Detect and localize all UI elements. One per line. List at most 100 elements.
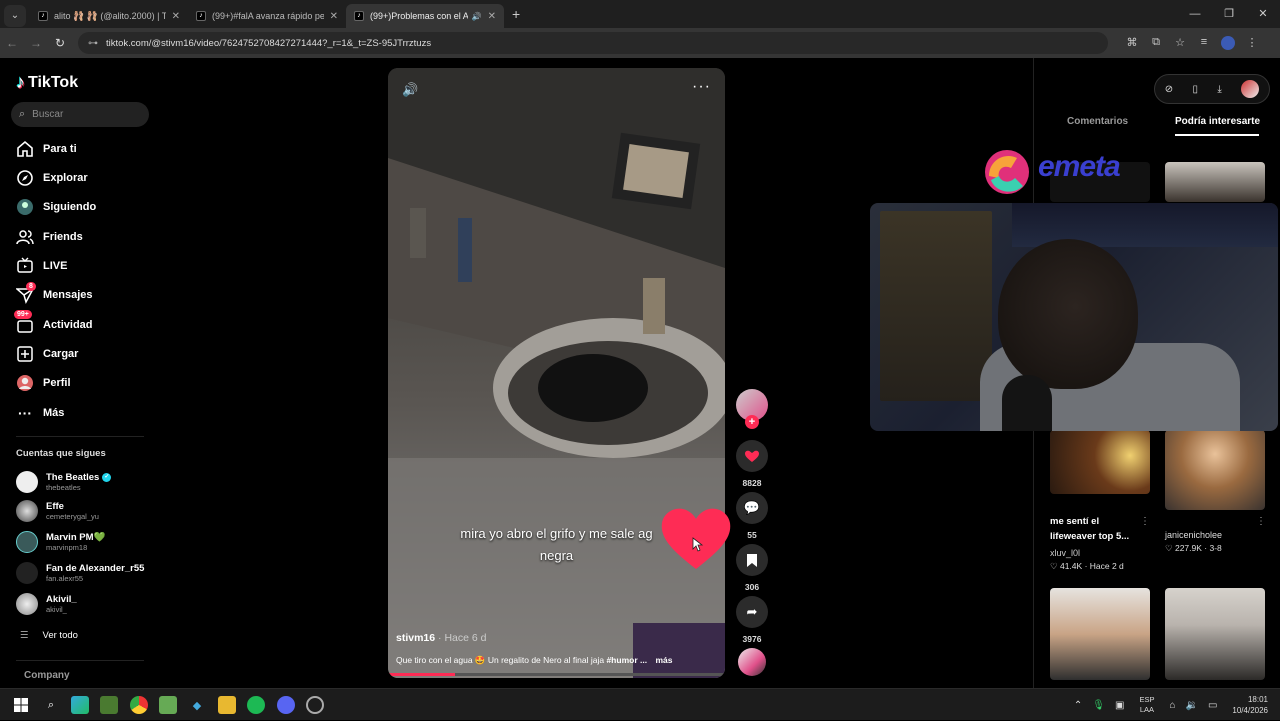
video-progress-bar[interactable]	[388, 673, 725, 676]
site-info-icon[interactable]: ⊶	[88, 38, 98, 49]
sidebar-item-mensajes[interactable]: 8 Mensajes	[16, 282, 93, 304]
save-button[interactable]: 306	[736, 544, 768, 592]
app-tray-icon[interactable]: ▣	[1115, 700, 1124, 711]
battery-icon[interactable]: ▭	[1208, 700, 1217, 711]
translate-icon[interactable]: ⌘	[1120, 36, 1144, 50]
video-author[interactable]: stivm16 · Hace 6 d	[396, 632, 486, 644]
profile-avatar-icon[interactable]	[1221, 36, 1235, 50]
media-control-icon[interactable]: ≡	[1192, 36, 1216, 50]
speaker-icon[interactable]: 🔉	[1186, 700, 1198, 711]
phone-icon[interactable]: ▯	[1193, 84, 1199, 95]
speaker-icon[interactable]: 🔊	[472, 12, 482, 21]
windows-start-icon[interactable]	[12, 696, 30, 714]
video-title[interactable]: me sentí el lifeweaver top 5...	[1050, 514, 1146, 544]
followed-account[interactable]: The Beatles ✓ thebeatles	[16, 471, 112, 493]
sidebar-item-perfil[interactable]: Perfil	[16, 374, 71, 392]
volume-icon[interactable]: 🔊	[402, 82, 418, 98]
follow-plus-icon[interactable]: +	[745, 415, 759, 429]
file-explorer-icon[interactable]	[218, 696, 236, 714]
minecraft-icon[interactable]	[100, 696, 118, 714]
like-button[interactable]: 8828	[736, 440, 768, 488]
avatar	[16, 562, 38, 584]
video-thumbnail[interactable]	[1050, 430, 1150, 494]
tiktok-favicon-icon: ♪	[354, 11, 364, 21]
share-arrow-icon[interactable]: ➦	[736, 596, 768, 628]
chevron-up-icon[interactable]: ⌃	[1074, 700, 1082, 711]
bookmark-star-icon[interactable]: ☆	[1168, 36, 1192, 50]
clock[interactable]: 18:01 10/4/2026	[1232, 694, 1268, 716]
chrome-icon[interactable]	[130, 696, 148, 714]
hashtag-link[interactable]: #humor ...	[606, 655, 647, 665]
see-all-link[interactable]: ☰ Ver todo	[20, 630, 78, 641]
discord-icon[interactable]	[277, 696, 295, 714]
share-button[interactable]: ➦ 3976	[736, 596, 768, 644]
sidebar-item-siguiendo[interactable]: Siguiendo	[16, 198, 96, 216]
spotify-icon[interactable]	[247, 696, 265, 714]
avatar[interactable]	[1241, 80, 1260, 98]
app-icon[interactable]	[159, 696, 177, 714]
close-icon[interactable]: ✕	[330, 11, 338, 22]
sidebar-item-cargar[interactable]: Cargar	[16, 345, 78, 363]
sidebar-item-actividad[interactable]: 99+ Actividad	[14, 310, 93, 334]
tab-fala[interactable]: ♪ (99+)#falA avanza rápido pero no ✕	[188, 4, 346, 28]
sidebar-item-mas[interactable]: ··· Más	[16, 404, 64, 422]
app-diamond-icon[interactable]: ◆	[188, 696, 206, 714]
edge-icon[interactable]	[71, 696, 89, 714]
microphone-icon[interactable]: 🎙	[1092, 700, 1105, 711]
forward-icon[interactable]: →	[24, 36, 48, 50]
video-user[interactable]: janicenicholee	[1165, 530, 1222, 540]
tab-problemas[interactable]: ♪ (99+)Problemas con el Agua 🔊 ✕	[346, 4, 504, 28]
more-link[interactable]: más	[655, 655, 672, 665]
video-thumbnail[interactable]	[1050, 588, 1150, 680]
app-circle-icon[interactable]	[306, 696, 324, 714]
reload-icon[interactable]: ↻	[48, 36, 72, 50]
video-thumbnail[interactable]	[1165, 162, 1265, 202]
sidebar-item-live[interactable]: LIVE	[16, 257, 67, 275]
menu-dots-icon[interactable]: ⋮	[1240, 36, 1264, 50]
more-options-icon[interactable]: ···	[692, 78, 711, 96]
posted-time: · Hace 2 d	[1082, 561, 1124, 571]
sidebar-item-explorar[interactable]: Explorar	[16, 169, 88, 187]
comment-icon[interactable]: 💬	[736, 492, 768, 524]
back-icon[interactable]: ←	[0, 36, 24, 50]
tab-search-button[interactable]: ⌄	[4, 4, 26, 27]
compass-icon[interactable]: ⊘	[1165, 84, 1173, 95]
install-icon[interactable]: ⧉	[1144, 36, 1168, 50]
language-indicator[interactable]: ESP LAA	[1139, 695, 1154, 715]
video-player[interactable]: 🔊 ··· mira yo abro el grifo y me sale ag…	[388, 68, 725, 678]
video-thumbnail[interactable]	[1165, 588, 1265, 680]
download-icon[interactable]: ⤓	[1217, 84, 1221, 95]
bookmark-icon[interactable]	[736, 544, 768, 576]
music-disc-avatar[interactable]	[738, 648, 766, 676]
url-field[interactable]: ⊶ tiktok.com/@stivm16/video/762475270842…	[78, 32, 1108, 54]
network-icon[interactable]: ⌂	[1169, 700, 1175, 711]
followed-account[interactable]: Effe cemeterygal_yu	[16, 500, 99, 522]
tab-comentarios[interactable]: Comentarios	[1067, 116, 1128, 127]
video-thumbnail[interactable]	[1165, 430, 1265, 510]
restore-icon[interactable]: ❐	[1212, 0, 1246, 28]
close-icon[interactable]: ✕	[488, 11, 496, 22]
windows-taskbar: ⌕ ◆ ⌃ 🎙 ▣ ESP LAA ⌂ 🔉 ▭ 18:01 10/4/2026	[0, 688, 1280, 720]
followed-account[interactable]: Fan de Alexander_r55 fan.alexr55	[16, 562, 144, 584]
comment-button[interactable]: 💬 55	[736, 492, 768, 540]
sidebar-item-label: Friends	[43, 231, 83, 243]
tab-alito[interactable]: ♪ alito 🩰 🩰 (@alito.2000) | TikTok ✕	[30, 4, 188, 28]
tab-podria-interesarte[interactable]: Podría interesarte	[1175, 116, 1260, 127]
sidebar-item-friends[interactable]: Friends	[16, 228, 83, 246]
tiktok-logo[interactable]: ♪ TikTok	[16, 72, 78, 93]
followed-account[interactable]: Marvin PM💚 marvinpm18	[16, 531, 105, 553]
company-link[interactable]: Company	[24, 670, 70, 681]
search-icon[interactable]: ⌕	[42, 696, 60, 714]
video-user[interactable]: xluv_l0l	[1050, 548, 1080, 558]
followed-account[interactable]: Akivil_ akivil_	[16, 593, 77, 615]
close-window-icon[interactable]: ✕	[1246, 0, 1280, 28]
close-icon[interactable]: ✕	[172, 11, 180, 22]
more-options-icon[interactable]: ⋮	[1256, 516, 1266, 527]
heart-icon[interactable]	[736, 440, 768, 472]
minimize-icon[interactable]: —	[1178, 0, 1212, 28]
sidebar-item-para-ti[interactable]: Para ti	[16, 140, 77, 158]
search-input[interactable]: ⌕ Buscar	[11, 102, 149, 127]
more-options-icon[interactable]: ⋮	[1140, 516, 1150, 527]
video-meta: ♡ 227.9K · 3-8	[1165, 543, 1222, 554]
new-tab-button[interactable]: +	[512, 6, 520, 22]
